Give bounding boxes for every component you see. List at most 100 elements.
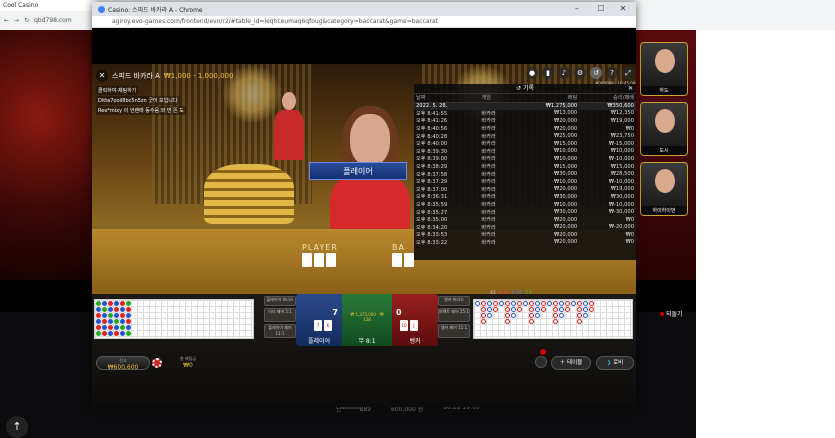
bead-road-dot (108, 307, 113, 312)
bead-road-dot (126, 313, 131, 318)
tables-button[interactable]: ＋ 테이블 (551, 356, 591, 370)
bead-road-dot (96, 313, 101, 318)
tie-amounts: ₩ 1,375,000 · ₩ 128 (350, 312, 384, 322)
big-road-dot (559, 307, 564, 312)
history-row[interactable]: 오후 8:39:30 바카라 ₩10,000 ₩10,000 (414, 148, 636, 156)
history-row[interactable]: 오후 8:41:55 바카라 ₩13,000 ₩12,350 (414, 110, 636, 118)
history-date-row[interactable]: 2022. 5. 28. ₩1,275,000 ₩350,600 (414, 102, 636, 110)
either-pair-bet[interactable]: 이더 페어 5:1 (264, 308, 296, 322)
banker-card: 10 (400, 320, 408, 331)
record-dot-icon (660, 312, 664, 316)
big-road-dot (535, 301, 540, 306)
big-road-dot (529, 301, 534, 306)
big-road-dot (571, 301, 576, 306)
big-road-dot (547, 301, 552, 306)
big-road-dot (481, 313, 486, 318)
history-row[interactable]: 오후 8:41:26 바카라 ₩20,000 ₩19,000 (414, 117, 636, 125)
tie-bet-area[interactable]: ₩ 1,375,000 · ₩ 128 무 8:1 (342, 294, 392, 346)
bead-road-dot (96, 325, 101, 330)
history-row[interactable]: 오후 8:33:22 바카라 ₩20,000 ₩0 (414, 239, 636, 247)
balance-value: ₩600,600 (107, 364, 139, 371)
history-title: ↺ 기록 ✕ (414, 84, 636, 94)
perfect-pair-bet[interactable]: 퍼펙트 페어 25:1 (438, 308, 470, 322)
history-row[interactable]: 오후 8:35:00 바카라 ₩20,000 ₩0 (414, 216, 636, 224)
history-row[interactable]: 오후 8:40:56 바카라 ₩20,000 ₩0 (414, 125, 636, 133)
history-row[interactable]: 오후 8:37:58 바카라 ₩30,000 ₩28,500 (414, 170, 636, 178)
bead-road-dot (114, 331, 119, 336)
big-road-dot (535, 307, 540, 312)
stats-icon[interactable]: ▮ (542, 67, 554, 79)
chip-tower-decoration (204, 164, 294, 224)
total-bet-display: 총 배팅금 ₩0 (166, 356, 210, 370)
big-road-dot (553, 319, 558, 324)
history-row[interactable]: 오후 8:36:31 바카라 ₩30,000 ₩30,000 (414, 193, 636, 201)
maximize-button[interactable]: ☐ (590, 2, 612, 16)
top-controls: ● ▮ ♪ ⚙ ↺ ? ⤢ (526, 67, 634, 79)
player-card: K (324, 320, 332, 331)
history-row[interactable]: 오후 8:35:27 바카라 ₩30,000 ₩-30,000 (414, 208, 636, 216)
chips-icon[interactable]: ● (526, 67, 538, 79)
lobby-button[interactable]: ❯ 로비 (596, 356, 634, 370)
history-row[interactable]: 오후 8:37:00 바카라 ₩20,000 ₩19,000 (414, 186, 636, 194)
scroll-top-button[interactable]: ↑ (6, 416, 28, 438)
big-road-dot (505, 319, 510, 324)
big-road-dot (487, 301, 492, 306)
big-road-dot (553, 301, 558, 306)
bead-road-dot (126, 307, 131, 312)
dealer-card[interactable]: 하이하이먼 (640, 162, 688, 216)
close-icon[interactable]: ✕ (96, 70, 108, 82)
big-road-dot (553, 307, 558, 312)
reload-icon[interactable]: ↻ (24, 17, 29, 24)
history-row[interactable]: 오후 8:40:28 바카라 ₩25,000 ₩23,750 (414, 132, 636, 140)
big-road[interactable] (473, 299, 633, 339)
bead-road-dot (108, 319, 113, 324)
tie-label: 무 8:1 (358, 338, 376, 345)
history-row[interactable]: 오후 8:37:29 바카라 ₩10,000 ₩-10,000 (414, 178, 636, 186)
volume-icon[interactable]: ♪ (558, 67, 570, 79)
forward-icon[interactable]: → (14, 17, 19, 24)
chat-input[interactable]: 클릭하여 채팅하기 (96, 86, 139, 95)
bead-road-dot (126, 325, 131, 330)
history-row[interactable]: 오후 8:34:20 바카라 ₩20,000 ₩-20,000 (414, 224, 636, 232)
player-bonus-bet[interactable]: 플레이어 보너스 (264, 296, 296, 306)
help-icon[interactable]: ? (606, 67, 618, 79)
bead-road-dot (96, 301, 101, 306)
background-url[interactable]: qbd798.com (34, 17, 72, 24)
bead-road[interactable] (94, 299, 254, 339)
banker-bet-area[interactable]: 0 10 J 뱅커 (392, 294, 438, 346)
banker-pair-bet[interactable]: 뱅커 페어 11:1 (438, 324, 470, 338)
big-road-dot (577, 307, 582, 312)
settings-icon[interactable]: ⚙ (574, 67, 586, 79)
fullscreen-icon[interactable]: ⤢ (622, 67, 634, 79)
big-road-dot (565, 307, 570, 312)
big-road-dot (511, 307, 516, 312)
felt-card (392, 253, 402, 267)
minimize-button[interactable]: – (566, 2, 588, 16)
history-row[interactable]: 오후 8:39:00 바카라 ₩10,000 ₩-10,000 (414, 155, 636, 163)
bead-road-dot (102, 313, 107, 318)
player-pair-bet[interactable]: 플레이어 페어 11:1 (264, 324, 296, 338)
history-row[interactable]: 오후 8:35:59 바카라 ₩10,000 ₩-10,000 (414, 201, 636, 209)
history-row[interactable]: 오후 8:40:00 바카라 ₩15,000 ₩-15,000 (414, 140, 636, 148)
banker-bonus-bet[interactable]: 뱅커 보너스 (438, 296, 470, 306)
player-bet-area[interactable]: 7 7 K 플레이어 (296, 294, 342, 346)
popup-url-bar[interactable]: agiroy.evo-games.com/frontend/evo/r2/#ta… (92, 16, 636, 28)
notification-badge (540, 349, 546, 355)
chat-bubble-icon[interactable] (535, 356, 547, 368)
dealer-card[interactable]: 하도 (640, 42, 688, 96)
close-history-icon[interactable]: ✕ (628, 84, 633, 94)
history-icon[interactable]: ↺ (590, 67, 602, 79)
close-window-button[interactable]: ✕ (612, 2, 634, 16)
big-road-dot (577, 313, 582, 318)
history-row[interactable]: 오후 8:33:53 바카라 ₩20,000 ₩0 (414, 231, 636, 239)
back-icon[interactable]: ← (4, 17, 9, 24)
chip-icon[interactable] (152, 358, 162, 368)
dealer-card[interactable]: 도시 (640, 102, 688, 156)
big-road-dot (511, 313, 516, 318)
bead-road-dot (120, 313, 125, 318)
bead-road-dot (96, 307, 101, 312)
felt-card (326, 253, 336, 267)
background-tab[interactable]: Cool Casino (0, 0, 96, 11)
history-row[interactable]: 오후 8:38:29 바카라 ₩15,000 ₩15,000 (414, 163, 636, 171)
back-link[interactable]: 되돌기 (660, 309, 683, 318)
